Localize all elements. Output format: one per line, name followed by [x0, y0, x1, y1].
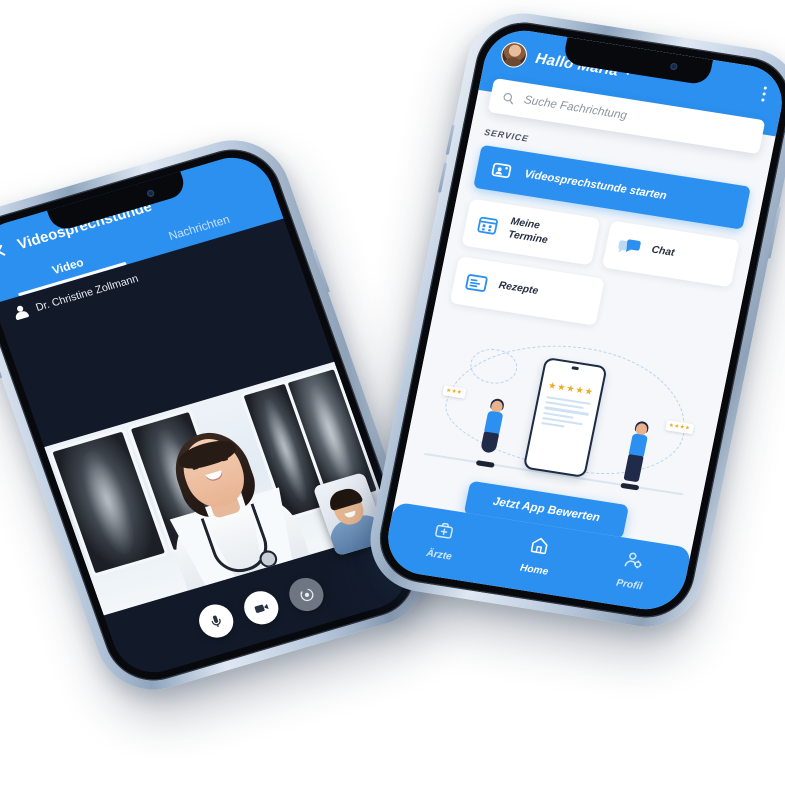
- video-call-phone: Videosprechstunde Video Nachrichten Dr. …: [0, 127, 440, 703]
- text-line: [541, 421, 565, 428]
- home-screen-phone: Hallo Maria: [360, 5, 785, 635]
- call-controls: [194, 573, 329, 642]
- avatar[interactable]: [499, 40, 530, 70]
- phone-bezel: Hallo Maria: [371, 15, 785, 625]
- nav-item-home[interactable]: Home: [485, 528, 588, 583]
- prescription-icon: [465, 274, 488, 292]
- tile-label-line2: Termine: [507, 228, 549, 246]
- calendar-icon: [477, 216, 498, 235]
- rating-badge-left: ★★★: [442, 385, 467, 399]
- camera-flip-icon: [299, 588, 313, 601]
- close-icon[interactable]: [0, 242, 8, 261]
- person-feet: [475, 460, 495, 468]
- power-button[interactable]: [767, 206, 781, 259]
- person-skirt: [479, 431, 499, 454]
- illustration-text-lines: [540, 396, 591, 434]
- kebab-menu-icon[interactable]: [757, 83, 770, 105]
- medical-bag-icon: [434, 522, 453, 539]
- front-camera-icon: [145, 189, 156, 198]
- nav-item-aerzte-label: Ärzte: [425, 547, 453, 563]
- home-icon: [530, 537, 548, 555]
- person-icon: [12, 304, 29, 320]
- microphone-button[interactable]: [194, 600, 238, 642]
- illustration-phone-speaker: [571, 366, 580, 371]
- nav-item-aerzte[interactable]: Ärzte: [390, 514, 493, 569]
- tile-meine-termine-label: Meine Termine: [507, 216, 551, 247]
- kebab-dot: [763, 86, 768, 91]
- phone-bezel: Videosprechstunde Video Nachrichten Dr. …: [0, 138, 428, 692]
- mockup-stage: Videosprechstunde Video Nachrichten Dr. …: [0, 0, 785, 800]
- video-call-screen: Videosprechstunde Video Nachrichten Dr. …: [0, 148, 418, 682]
- kebab-dot: [762, 92, 766, 96]
- nav-item-profil[interactable]: Profil: [581, 543, 684, 598]
- video-call-icon: [491, 162, 512, 178]
- home-screen: Hallo Maria: [381, 25, 785, 615]
- person-legs: [623, 454, 645, 483]
- user-settings-icon: [624, 552, 642, 569]
- volume-down-button[interactable]: [0, 352, 3, 379]
- front-camera-icon: [669, 62, 678, 71]
- tile-meine-termine[interactable]: Meine Termine: [461, 198, 600, 266]
- start-video-consultation-label: Videosprechstunde starten: [523, 167, 668, 202]
- chat-bubbles-icon: [617, 238, 641, 252]
- kebab-dot: [761, 97, 765, 102]
- tile-chat[interactable]: Chat: [601, 220, 740, 288]
- video-camera-icon: [254, 603, 269, 613]
- person-feet: [620, 482, 640, 491]
- tile-rezepte[interactable]: Rezepte: [449, 256, 605, 326]
- nav-item-home-label: Home: [519, 562, 550, 578]
- tile-chat-label: Chat: [650, 244, 676, 260]
- tile-rezepte-label: Rezepte: [497, 280, 540, 298]
- tab-video-label: Video: [50, 256, 86, 278]
- microphone-icon: [211, 615, 221, 628]
- search-icon: [503, 92, 514, 104]
- nav-item-profil-label: Profil: [615, 577, 644, 593]
- camera-button[interactable]: [239, 587, 284, 629]
- home-body: SERVICE Videosprechstunde starten Meine …: [394, 109, 772, 549]
- search-placeholder: Suche Fachrichtung: [522, 94, 628, 123]
- switch-camera-button[interactable]: [284, 573, 329, 616]
- volume-up-button[interactable]: [445, 124, 455, 155]
- volume-down-button[interactable]: [438, 162, 448, 193]
